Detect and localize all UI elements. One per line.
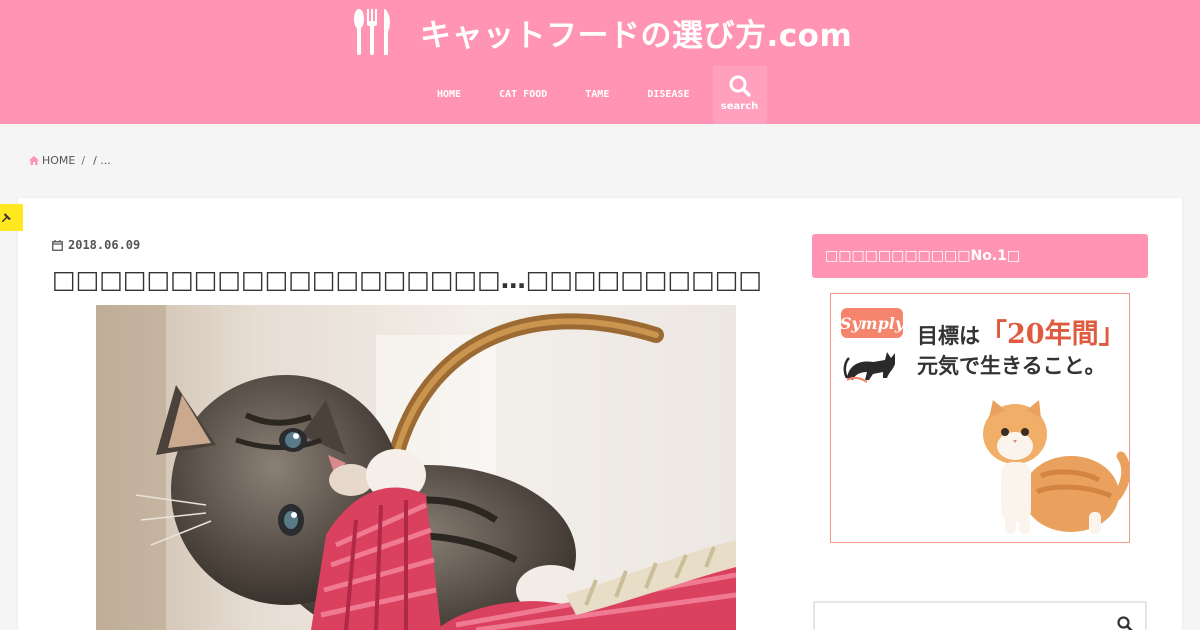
nav-item-disease[interactable]: DISEASE — [628, 66, 708, 122]
breadcrumb-separator: / — [81, 154, 86, 167]
post-date-text: 2018.06.09 — [68, 238, 141, 252]
ad-headline-1-pre: 目標は — [917, 323, 980, 348]
article-title: □□□□□□□□□□□□□□□□□□□…□□□□□□□□□□ — [52, 265, 762, 294]
cutlery-icon — [354, 9, 390, 55]
search-button-label: search — [720, 101, 759, 112]
site-header: キャットフードの選び方.com HOME CAT FOOD TAME DISEA… — [0, 0, 1200, 124]
ad-headline-1-highlight: 「20年間」 — [980, 319, 1126, 350]
sidebar-widget-title: □□□□□□□□□□□No.1□ — [812, 234, 1148, 278]
pin-icon — [2, 212, 11, 222]
breadcrumb: HOME / / ... — [29, 154, 111, 167]
ad-brand-logo: Symply — [840, 308, 904, 338]
nav-item-cat-food[interactable]: CAT FOOD — [480, 66, 566, 122]
search-icon[interactable] — [1117, 616, 1133, 630]
search-button[interactable]: search — [712, 66, 767, 124]
nav-item-tame[interactable]: TAME — [566, 66, 628, 122]
search-icon — [729, 75, 751, 97]
calendar-icon — [52, 239, 63, 251]
post-date: 2018.06.09 — [52, 238, 140, 252]
site-logo[interactable]: キャットフードの選び方.com — [352, 8, 852, 56]
kitten-in-basket-illustration — [96, 305, 736, 630]
ad-headline-1: 目標は「20年間」 — [917, 312, 1126, 351]
black-cat-icon — [843, 352, 895, 383]
nav-item-home[interactable]: HOME — [418, 66, 480, 122]
article-hero-image — [96, 305, 736, 630]
ad-headline-2: 元気で生きること。 — [917, 353, 1106, 378]
breadcrumb-home-link[interactable]: HOME — [29, 154, 75, 167]
sidebar-ad-banner[interactable]: Symply 目標は「20年間」 元気で生きること。 — [830, 293, 1130, 543]
orange-cat-illustration — [983, 400, 1129, 534]
main-nav: HOME CAT FOOD TAME DISEASE search — [418, 66, 767, 124]
breadcrumb-current: / ... — [93, 154, 111, 167]
sidebar-search-box — [813, 601, 1147, 630]
site-title[interactable]: キャットフードの選び方.com — [420, 10, 852, 55]
sidebar-search-input[interactable] — [821, 607, 1101, 630]
pin-badge — [0, 204, 23, 231]
breadcrumb-home-label: HOME — [42, 154, 76, 167]
home-icon — [29, 156, 39, 165]
